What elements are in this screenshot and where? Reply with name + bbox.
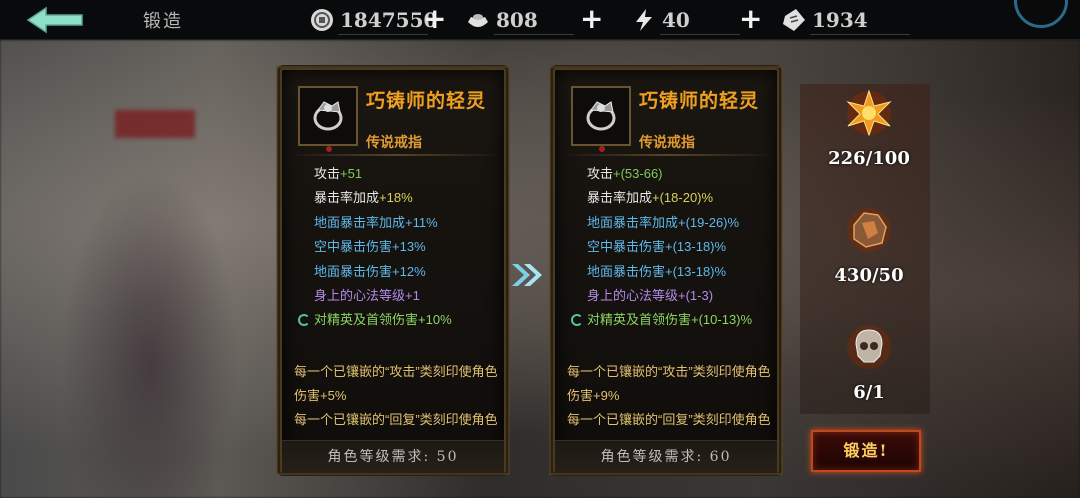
next-item-card: 巧铸师的轻灵 传说戒指 攻击+(53-66) 暴击率加成+(18-20)% 地面…	[549, 66, 783, 475]
stat-elite-boss-damage: 对精英及首领伤害+10%	[290, 308, 502, 332]
material-count: 226/100	[828, 148, 910, 169]
double-chevron-right-icon	[512, 264, 542, 286]
add-coins-button[interactable]: +	[423, 2, 446, 36]
stat-crit-rate: 暴击率加成+(18-20)%	[587, 190, 714, 206]
stat-air-crit-damage: 空中暴击伤害+13%	[314, 239, 426, 255]
coin-icon	[311, 9, 333, 31]
add-ingots-button[interactable]: +	[580, 2, 603, 36]
tickets-value: 1934	[812, 8, 868, 32]
material-count: 6/1	[853, 382, 885, 403]
energy-value: 40	[662, 8, 690, 32]
menu-corner-button[interactable]	[1014, 0, 1068, 28]
ring-icon	[586, 101, 616, 131]
flame-crystal-icon	[846, 89, 892, 137]
stat-skill-level: 身上的心法等级+(1-3)	[587, 288, 714, 304]
page-title: 锻造	[143, 11, 183, 32]
ore-chunk-icon	[847, 208, 891, 252]
stat-list: 攻击+(53-66) 暴击率加成+(18-20)% 地面暴击率加成+(19-26…	[563, 162, 775, 333]
material-slot-2[interactable]: 430/50	[819, 205, 919, 286]
stat-elite-boss-damage: 对精英及首领伤害+(10-13)%	[563, 308, 775, 332]
reroll-icon	[298, 314, 310, 327]
current-item-card: 巧铸师的轻灵 传说戒指 攻击+51 暴击率加成+18% 地面暴击率加成+11% …	[276, 66, 510, 475]
item-name: 巧铸师的轻灵	[639, 90, 760, 112]
material-count: 430/50	[834, 265, 904, 286]
skull-ore-icon	[847, 325, 891, 369]
item-thumbnail	[298, 86, 358, 152]
forge-button[interactable]: 锻造!	[811, 430, 921, 472]
material-slot-1[interactable]: 226/100	[819, 88, 919, 169]
stat-ground-crit-rate: 地面暴击率加成+(19-26)%	[587, 214, 740, 230]
resource-energy: 40	[632, 4, 742, 36]
ingots-value: 808	[496, 8, 538, 32]
stat-attack: 攻击+51	[314, 166, 363, 181]
stat-crit-rate: 暴击率加成+18%	[314, 190, 413, 206]
item-thumbnail	[571, 86, 631, 152]
item-description: 每一个已镶嵌的“攻击”类刻印使角色 伤害+9% 每一个已镶嵌的“回复”类刻印使角…	[567, 364, 771, 427]
ingot-icon	[468, 14, 488, 27]
level-requirement: 角色等级需求: 50	[282, 440, 504, 473]
back-arrow-icon[interactable]	[24, 4, 88, 36]
item-name: 巧铸师的轻灵	[366, 90, 487, 112]
stat-air-crit-damage: 空中暴击伤害+(13-18)%	[587, 239, 727, 255]
ticket-icon	[783, 9, 805, 31]
item-description: 每一个已镶嵌的“攻击”类刻印使角色 伤害+5% 每一个已镶嵌的“回复”类刻印使角…	[294, 364, 498, 427]
top-bar: 锻造 1847550 + 808 + 40 + 1934	[0, 0, 1080, 40]
background-decoration	[115, 110, 195, 138]
stat-attack: 攻击+(53-66)	[587, 166, 663, 181]
stat-ground-crit-rate: 地面暴击率加成+11%	[314, 214, 438, 230]
ring-icon	[313, 101, 343, 131]
stat-ground-crit-damage: 地面暴击伤害+(13-18)%	[587, 263, 727, 279]
resource-coins: 1847550	[310, 4, 437, 36]
add-energy-button[interactable]: +	[739, 2, 762, 36]
stat-ground-crit-damage: 地面暴击伤害+12%	[314, 263, 426, 279]
material-slot-3[interactable]: 6/1	[819, 322, 919, 403]
item-type: 传说戒指	[639, 135, 695, 151]
reroll-icon	[571, 314, 583, 327]
background-character	[60, 170, 240, 498]
resource-ingots: 808	[466, 4, 576, 36]
stat-skill-level: 身上的心法等级+1	[314, 288, 420, 304]
stat-list: 攻击+51 暴击率加成+18% 地面暴击率加成+11% 空中暴击伤害+13% 地…	[290, 162, 502, 333]
level-requirement: 角色等级需求: 60	[555, 440, 777, 473]
resource-tickets: 1934	[782, 4, 912, 36]
item-type: 传说戒指	[366, 135, 422, 151]
energy-icon	[636, 9, 652, 31]
